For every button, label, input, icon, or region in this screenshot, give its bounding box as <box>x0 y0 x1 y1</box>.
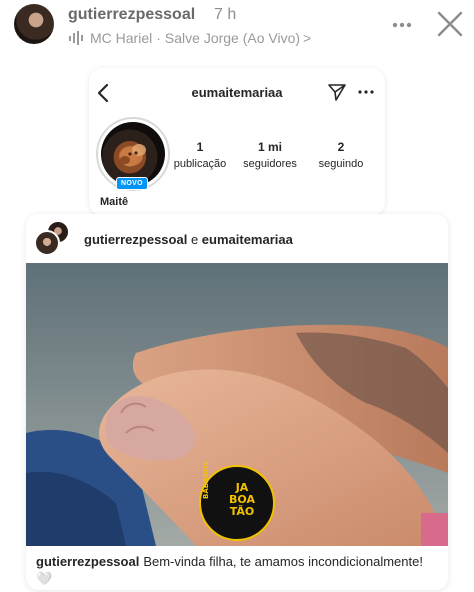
post-author-avatars[interactable] <box>34 220 72 256</box>
stat-posts[interactable]: 1 publicação <box>160 140 240 170</box>
profile-card[interactable]: eumaitemariaa NOVO Maitê 1 publicação 1 … <box>89 68 385 216</box>
more-horizontal-icon[interactable] <box>391 14 413 36</box>
stat-following-label: seguindo <box>318 158 364 170</box>
stat-followers-value: 1 mi <box>257 140 282 154</box>
music-artist: MC Hariel <box>90 30 153 46</box>
chevron-right-icon: > <box>303 30 312 46</box>
story-time: 7 h <box>214 6 237 23</box>
post-author-2[interactable]: eumaitemariaa <box>202 232 293 247</box>
music-attribution[interactable]: MC Hariel · Salve Jorge (Ao Vivo) > <box>68 30 311 46</box>
profile-name: Maitê <box>100 196 129 208</box>
music-song: Salve Jorge (Ao Vivo) <box>164 30 301 46</box>
avatar <box>34 230 60 256</box>
post-author-conjunction: e <box>187 232 202 247</box>
close-icon[interactable] <box>436 10 464 38</box>
more-horizontal-icon[interactable] <box>357 82 375 102</box>
new-badge: NOVO <box>116 177 148 190</box>
logo-line-3: TÃO <box>229 505 255 518</box>
music-bars-icon <box>69 31 83 45</box>
logo-side-text: BABADOS <box>202 460 210 499</box>
story-avatar[interactable] <box>14 4 54 44</box>
stat-following-value: 2 <box>337 140 345 154</box>
music-separator: · <box>156 30 161 46</box>
post-card[interactable]: gutierrezpessoal e eumaitemariaa JA BOA … <box>26 214 448 590</box>
caption-username[interactable]: gutierrezpessoal <box>36 554 139 569</box>
send-icon[interactable] <box>327 82 347 102</box>
post-authors[interactable]: gutierrezpessoal e eumaitemariaa <box>84 232 293 247</box>
stat-posts-label: publicação <box>173 158 227 170</box>
stat-followers[interactable]: 1 mi seguidores <box>230 140 310 170</box>
post-author-1[interactable]: gutierrezpessoal <box>84 232 187 247</box>
stat-followers-label: seguidores <box>243 158 297 170</box>
post-caption: gutierrezpessoal Bem-vinda filha, te amam… <box>36 553 440 587</box>
post-image[interactable]: JA BOA TÃO BABADOS <box>26 263 448 546</box>
logo-text: JA BOA TÃO <box>222 482 262 518</box>
story-header: gutierrezpessoal 7 h MC Hariel · Salve Jor… <box>0 0 474 56</box>
stat-posts-value: 1 <box>196 140 204 154</box>
stat-following[interactable]: 2 seguindo <box>301 140 381 170</box>
story-username[interactable]: gutierrezpessoal <box>68 6 195 24</box>
